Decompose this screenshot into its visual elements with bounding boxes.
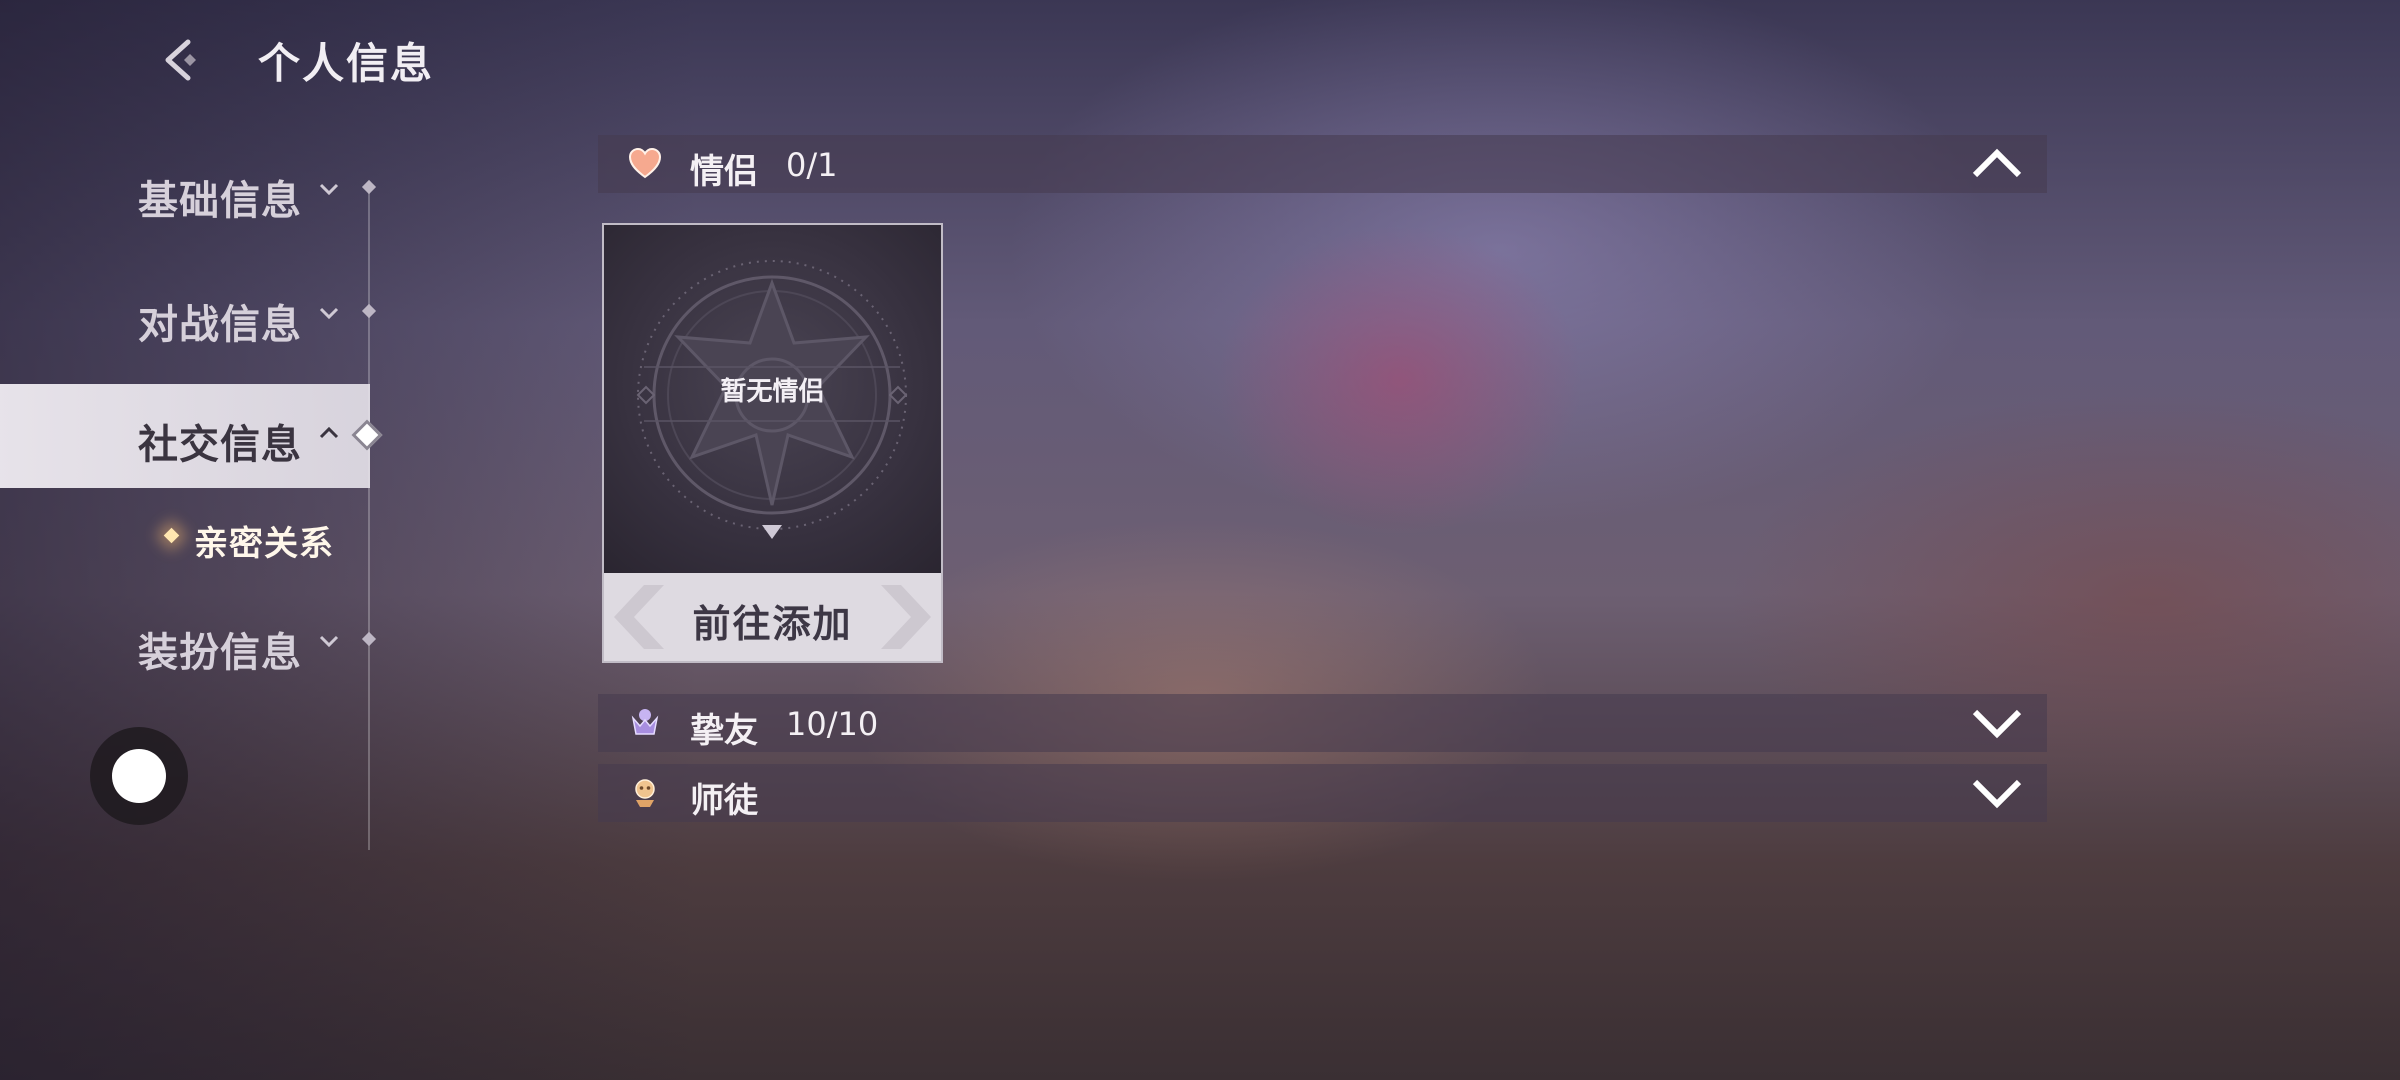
sidebar-item-battle-info[interactable]: 对战信息: [0, 264, 377, 368]
floating-assist-button[interactable]: [90, 727, 188, 825]
chevron-up-icon: [319, 426, 339, 439]
sidebar-item-social-info[interactable]: 社交信息: [0, 384, 383, 488]
back-button[interactable]: [150, 30, 210, 90]
section-header-close-friends[interactable]: 挚友 10/10: [598, 694, 2047, 752]
sidebar-item-label: 对战信息: [138, 302, 302, 348]
back-arrow-icon: [165, 39, 196, 81]
sidebar-item-label: 基础信息: [138, 178, 302, 224]
section-header-couple[interactable]: 情侣 0/1: [598, 135, 2047, 193]
chevron-up-icon: [1972, 148, 2022, 178]
chevron-down-icon: [319, 307, 339, 320]
add-partner-button[interactable]: 前往添加: [604, 573, 941, 661]
friends-icon: [631, 709, 659, 735]
sidebar-item-label: 社交信息: [138, 422, 302, 468]
sidebar-item-basic-info[interactable]: 基础信息: [0, 140, 377, 244]
sidebar-subitem-label: 亲密关系: [194, 524, 334, 564]
section-count: 0/1: [786, 146, 838, 184]
chevron-down-icon: [319, 183, 339, 196]
section-title: 师徒: [690, 781, 758, 821]
section-count: 10/10: [786, 705, 879, 743]
mentor-icon: [635, 779, 655, 807]
floating-button-dot: [112, 749, 166, 803]
sidebar-item-label: 装扮信息: [138, 630, 302, 676]
chevron-down-icon: [1972, 709, 2022, 739]
card-emblem-art: 暂无情侣: [604, 225, 941, 573]
heart-icon: [628, 147, 662, 179]
page-title: 个人信息: [258, 39, 435, 88]
section-title: 挚友: [690, 711, 758, 751]
sidebar-item-outfit-info[interactable]: 装扮信息: [0, 592, 377, 696]
empty-partner-label: 暂无情侣: [720, 377, 825, 407]
partner-card[interactable]: 暂无情侣 前往添加: [602, 223, 943, 663]
add-partner-label: 前往添加: [692, 602, 853, 646]
section-title: 情侣: [690, 152, 758, 192]
section-header-mentor[interactable]: 师徒: [598, 764, 2047, 822]
chevron-down-icon: [319, 635, 339, 648]
chevron-down-icon: [1972, 779, 2022, 809]
